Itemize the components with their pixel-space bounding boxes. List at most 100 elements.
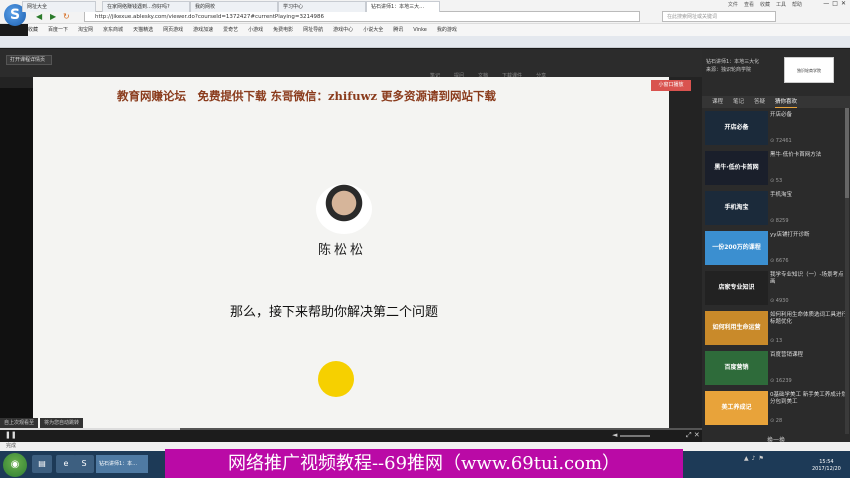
list-item-title[interactable]: yy店铺打开诊断 bbox=[770, 232, 848, 239]
bookmark-item[interactable]: 天猫精选 bbox=[133, 24, 153, 36]
view-count-value: 4930 bbox=[775, 298, 789, 304]
course-thumbnail[interactable]: 独识轮商学院 bbox=[784, 57, 834, 83]
video-tips: 自上次观看至 将为您自动跳转 bbox=[0, 418, 84, 428]
auto-jump-tip[interactable]: 将为您自动跳转 bbox=[40, 418, 84, 428]
tab-courses[interactable]: 课程 bbox=[712, 96, 723, 108]
menu-item-tools[interactable]: 工具 bbox=[776, 1, 786, 8]
bookmark-item[interactable]: 小说大全 bbox=[363, 24, 383, 36]
view-count-value: 72461 bbox=[775, 138, 792, 144]
volume-slider[interactable] bbox=[620, 435, 650, 437]
video-control-bar bbox=[0, 428, 702, 442]
list-item[interactable]: 黑牛·低价卡首网 黑牛·低价卡首网方法 ⊙ 53 bbox=[702, 149, 850, 187]
list-item-view-count: ⊙ 6676 bbox=[770, 258, 789, 264]
presenter-name: 陈松松 bbox=[318, 243, 367, 258]
bookmark-item[interactable]: 爱奇艺 bbox=[223, 24, 238, 36]
tab-study-center[interactable]: 学习中心 bbox=[278, 1, 366, 12]
menu-item-favorites[interactable]: 收藏 bbox=[760, 1, 770, 8]
resume-tip[interactable]: 自上次观看至 bbox=[0, 418, 39, 428]
list-item[interactable]: 手机淘宝 手机淘宝 ⊙ 8259 bbox=[702, 189, 850, 227]
tray-flag-icon[interactable]: ⚑ bbox=[758, 455, 763, 462]
browser-icon[interactable]: S bbox=[74, 455, 94, 473]
list-item-view-count: ⊙ 28 bbox=[770, 418, 782, 424]
menu-item-help[interactable]: 帮助 bbox=[792, 1, 802, 8]
bookmark-item[interactable]: 游戏中心 bbox=[333, 24, 353, 36]
tab-qa[interactable]: 答疑 bbox=[754, 96, 765, 108]
bookmark-item[interactable]: 网址导航 bbox=[303, 24, 323, 36]
list-item-thumbnail[interactable]: 黑牛·低价卡首网 bbox=[705, 151, 768, 185]
tray-volume-icon[interactable]: ♪ bbox=[752, 455, 756, 462]
list-item-title[interactable]: 0基础学美工 新手美工养成计划 分包到美工 bbox=[770, 392, 848, 406]
taskbar-active-window[interactable]: 钻石讲师1：本… bbox=[96, 455, 148, 473]
scrollbar-thumb[interactable] bbox=[845, 108, 849, 198]
menu-item-view[interactable]: 查看 bbox=[744, 1, 754, 8]
ie-icon[interactable]: e bbox=[56, 455, 76, 473]
tab-home[interactable]: 网址大全 bbox=[22, 1, 96, 12]
maximize-button[interactable]: □ bbox=[832, 0, 838, 7]
open-course-details-button[interactable]: 打开课程详情页 bbox=[6, 55, 52, 65]
list-item[interactable]: 如何利用生命运营 如何利用生命体质选词工具进行标题优化 ⊙ 13 bbox=[702, 309, 850, 347]
list-item-thumbnail[interactable]: 开店必备 bbox=[705, 111, 768, 145]
folder-icon[interactable]: ▤ bbox=[32, 455, 52, 473]
view-count-value: 16239 bbox=[775, 378, 792, 384]
list-item[interactable]: 美工养成记 0基础学美工 新手美工养成计划 分包到美工 ⊙ 28 bbox=[702, 389, 850, 427]
list-item-thumbnail[interactable]: 一份200万的课程 bbox=[705, 231, 768, 265]
list-item[interactable]: 一份200万的课程 yy店铺打开诊断 ⊙ 6676 bbox=[702, 229, 850, 267]
bookmarks-bar: 收藏 百度一下 淘宝网 京东商城 天猫精选 网页游戏 游戏加速 爱奇艺 小游戏 … bbox=[28, 24, 850, 36]
list-item-thumbnail[interactable]: 店家专业知识 bbox=[705, 271, 768, 305]
video-left-margin bbox=[0, 88, 33, 428]
tab-my-school[interactable]: 我的网校 bbox=[190, 1, 278, 12]
tab-forum[interactable]: 在家网络赚钱遇到…你好吗? bbox=[102, 1, 190, 12]
pause-icon[interactable]: ❚❚ bbox=[5, 431, 17, 439]
minimize-button[interactable]: — bbox=[823, 0, 829, 7]
list-item-title[interactable]: 我学专业知识（一）-场景考点画 bbox=[770, 272, 848, 286]
search-input[interactable]: 在此搜索网址或关键词 bbox=[662, 11, 776, 22]
list-item-thumbnail[interactable]: 百度营销 bbox=[705, 351, 768, 385]
menu-item-file[interactable]: 文件 bbox=[728, 1, 738, 8]
tab-recommended[interactable]: 猜你喜欢 bbox=[775, 96, 798, 108]
bookmark-item[interactable]: 我的游戏 bbox=[437, 24, 457, 36]
list-item[interactable]: 开店必备 开店必备 ⊙ 72461 bbox=[702, 109, 850, 147]
list-item-title[interactable]: 如何利用生命体质选词工具进行标题优化 bbox=[770, 312, 848, 326]
bookmark-item[interactable]: 淘宝网 bbox=[78, 24, 93, 36]
tab-course[interactable]: 钻石讲师1：本地三大… bbox=[366, 1, 440, 12]
list-item-title[interactable]: 手机淘宝 bbox=[770, 192, 848, 199]
course-header bbox=[0, 49, 702, 77]
reload-icon[interactable]: ↻ bbox=[63, 12, 70, 21]
bookmark-item[interactable]: 腾讯 bbox=[393, 24, 403, 36]
list-item-view-count: ⊙ 16239 bbox=[770, 378, 792, 384]
bookmark-item[interactable]: 百度一下 bbox=[48, 24, 68, 36]
bookmark-item[interactable]: 小游戏 bbox=[248, 24, 263, 36]
close-button[interactable]: ✕ bbox=[841, 0, 846, 7]
view-count-value: 28 bbox=[775, 418, 783, 424]
bookmark-item[interactable]: 网页游戏 bbox=[163, 24, 183, 36]
list-item-title[interactable]: 黑牛·低价卡首网方法 bbox=[770, 152, 848, 159]
tray-network-icon[interactable]: ▲ bbox=[744, 455, 749, 462]
system-clock[interactable]: 15:54 2017/12/20 bbox=[812, 459, 841, 473]
view-count-value: 13 bbox=[775, 338, 783, 344]
view-count-value: 8259 bbox=[775, 218, 789, 224]
list-item-thumbnail[interactable]: 手机淘宝 bbox=[705, 191, 768, 225]
address-bar[interactable]: http://jikexue.ablesky.com/viewer.do?cou… bbox=[84, 11, 640, 22]
list-item-thumbnail[interactable]: 美工养成记 bbox=[705, 391, 768, 425]
list-item-view-count: ⊙ 72461 bbox=[770, 138, 792, 144]
tab-notes[interactable]: 笔记 bbox=[733, 96, 744, 108]
forward-icon[interactable]: ▶ bbox=[50, 12, 56, 21]
presenter-avatar bbox=[316, 184, 372, 234]
list-item[interactable]: 百度营销 百度营销课程 ⊙ 16239 bbox=[702, 349, 850, 387]
bookmark-item[interactable]: Vinke bbox=[413, 24, 427, 36]
mini-player-button[interactable]: 小窗口播放 bbox=[651, 80, 691, 91]
list-item[interactable]: 店家专业知识 我学专业知识（一）-场景考点画 ⊙ 4930 bbox=[702, 269, 850, 307]
bookmark-item[interactable]: 收藏 bbox=[28, 24, 38, 36]
list-item-view-count: ⊙ 8259 bbox=[770, 218, 789, 224]
list-item-title[interactable]: 百度营销课程 bbox=[770, 352, 848, 359]
fullscreen-icon[interactable]: ⤢ ✕ bbox=[686, 431, 700, 440]
start-button[interactable]: ◉ bbox=[3, 453, 27, 477]
list-item-title[interactable]: 开店必备 bbox=[770, 112, 848, 119]
back-icon[interactable]: ◀ bbox=[36, 12, 42, 21]
bookmark-item[interactable]: 免费电影 bbox=[273, 24, 293, 36]
bookmark-item[interactable]: 京东商城 bbox=[103, 24, 123, 36]
list-item-thumbnail[interactable]: 如何利用生命运营 bbox=[705, 311, 768, 345]
bookmark-item[interactable]: 游戏加速 bbox=[193, 24, 213, 36]
volume-icon[interactable]: ◄ bbox=[612, 431, 617, 439]
list-item-view-count: ⊙ 13 bbox=[770, 338, 782, 344]
